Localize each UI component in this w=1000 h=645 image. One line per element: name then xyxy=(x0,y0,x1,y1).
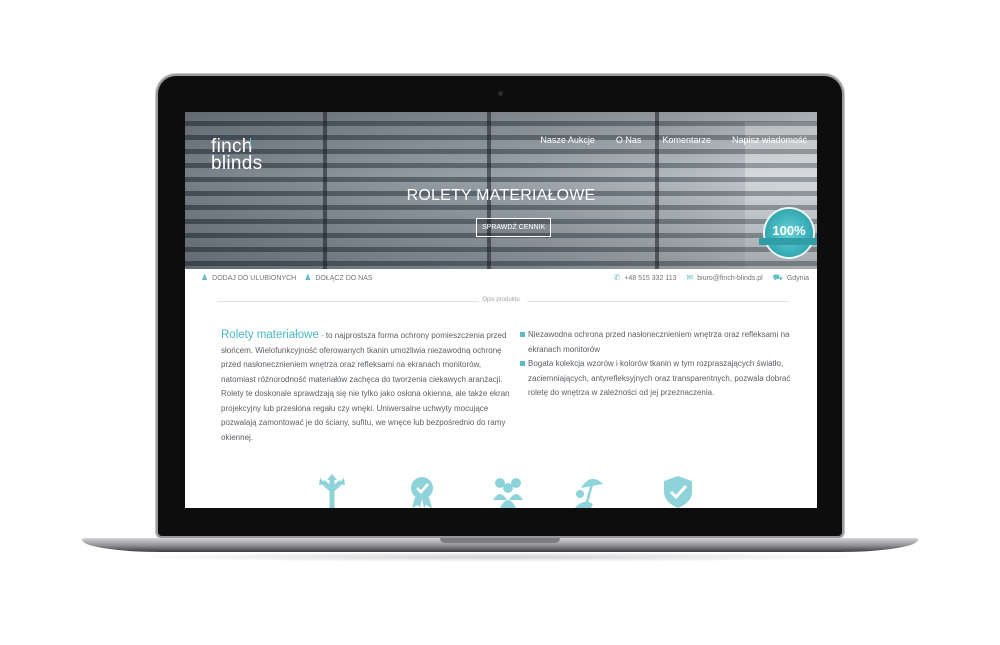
list-item-text: Niezawodna ochrona przed nasłonecznienie… xyxy=(528,330,790,354)
user-icon: ♟ xyxy=(304,273,312,282)
lead-dash: - xyxy=(318,331,326,340)
nav-item-auctions[interactable]: Nasze Aukcje xyxy=(540,135,595,145)
user-icon: ♟ xyxy=(201,273,209,282)
nav-item-comments[interactable]: Komentarze xyxy=(662,135,711,145)
contact-info: ✆ +48 515 332 113 ✉ biuro@finch-blinds.p… xyxy=(614,274,809,282)
screen: finch blinds Nasze Aukcje O Nas Komentar… xyxy=(185,112,817,508)
logo-line2: blinds xyxy=(211,153,263,174)
quality-badge: 100% xyxy=(759,209,817,261)
beach-umbrella-icon xyxy=(575,478,603,508)
phone-link[interactable]: ✆ +48 515 332 113 xyxy=(614,274,677,282)
truck-icon: ⛟ xyxy=(772,273,783,282)
check-prices-button[interactable]: SPRAWDŹ CENNIK xyxy=(476,218,552,237)
list-item-text: Bogata kolekcja wzorów i kolorów tkanin … xyxy=(528,359,791,397)
badge-text: 100% xyxy=(772,223,806,238)
join-us-link[interactable]: ♟ DOŁĄCZ DO NAS xyxy=(304,274,372,282)
section-label: Opis produktu xyxy=(482,297,520,303)
shield-check-icon xyxy=(664,476,692,508)
email-address: biuro@finch-blinds.pl xyxy=(697,274,763,282)
city-info: ⛟ Gdynia xyxy=(773,274,809,282)
arrows-icon xyxy=(319,474,345,508)
badge-ribbon xyxy=(759,238,817,245)
bullet-icon xyxy=(520,332,525,337)
camera-icon xyxy=(498,91,503,96)
nav-item-contact[interactable]: Napisz wiadomość xyxy=(732,135,807,145)
hero-title: ROLETY MATERIAŁOWE xyxy=(406,187,596,204)
laptop-notch xyxy=(440,538,560,543)
laptop-shadow xyxy=(120,552,880,562)
description-text: Rolety materiałowe - to najprostsza form… xyxy=(221,328,511,445)
nav-item-about[interactable]: O Nas xyxy=(616,135,642,145)
product-name: Rolety materiałowe xyxy=(221,329,319,341)
people-icon xyxy=(493,478,523,508)
description-body: to najprostsza forma ochrony pomieszczen… xyxy=(221,331,510,442)
join-us-label: DOŁĄCZ DO NAS xyxy=(315,274,373,282)
feature-icons xyxy=(315,474,695,508)
add-favorites-link[interactable]: ♟ DODAJ DO ULUBIONYCH xyxy=(201,274,296,282)
add-favorites-label: DODAJ DO ULUBIONYCH xyxy=(212,274,297,282)
certificate-icon xyxy=(411,477,433,508)
bullet-icon xyxy=(520,361,525,366)
info-bar: ♟ DODAJ DO ULUBIONYCH ♟ DOŁĄCZ DO NAS ✆ … xyxy=(185,269,817,291)
email-link[interactable]: ✉ biuro@finch-blinds.pl xyxy=(687,274,763,282)
phone-icon: ✆ xyxy=(613,273,621,282)
mail-icon: ✉ xyxy=(686,273,694,282)
phone-number: +48 515 332 113 xyxy=(624,274,677,282)
list-item: Niezawodna ochrona przed nasłonecznienie… xyxy=(520,328,810,357)
site-logo[interactable]: finch blinds xyxy=(211,137,263,174)
info-left: ♟ DODAJ DO ULUBIONYCH ♟ DOŁĄCZ DO NAS xyxy=(201,274,373,282)
main-nav: Nasze Aukcje O Nas Komentarze Napisz wia… xyxy=(540,135,807,145)
feature-list: Niezawodna ochrona przed nasłonecznienie… xyxy=(520,328,810,401)
hero-banner: finch blinds Nasze Aukcje O Nas Komentar… xyxy=(185,112,817,269)
city-name: Gdynia xyxy=(786,274,809,282)
logo-accent-icon xyxy=(244,138,251,146)
list-item: Bogata kolekcja wzorów i kolorów tkanin … xyxy=(520,357,810,401)
